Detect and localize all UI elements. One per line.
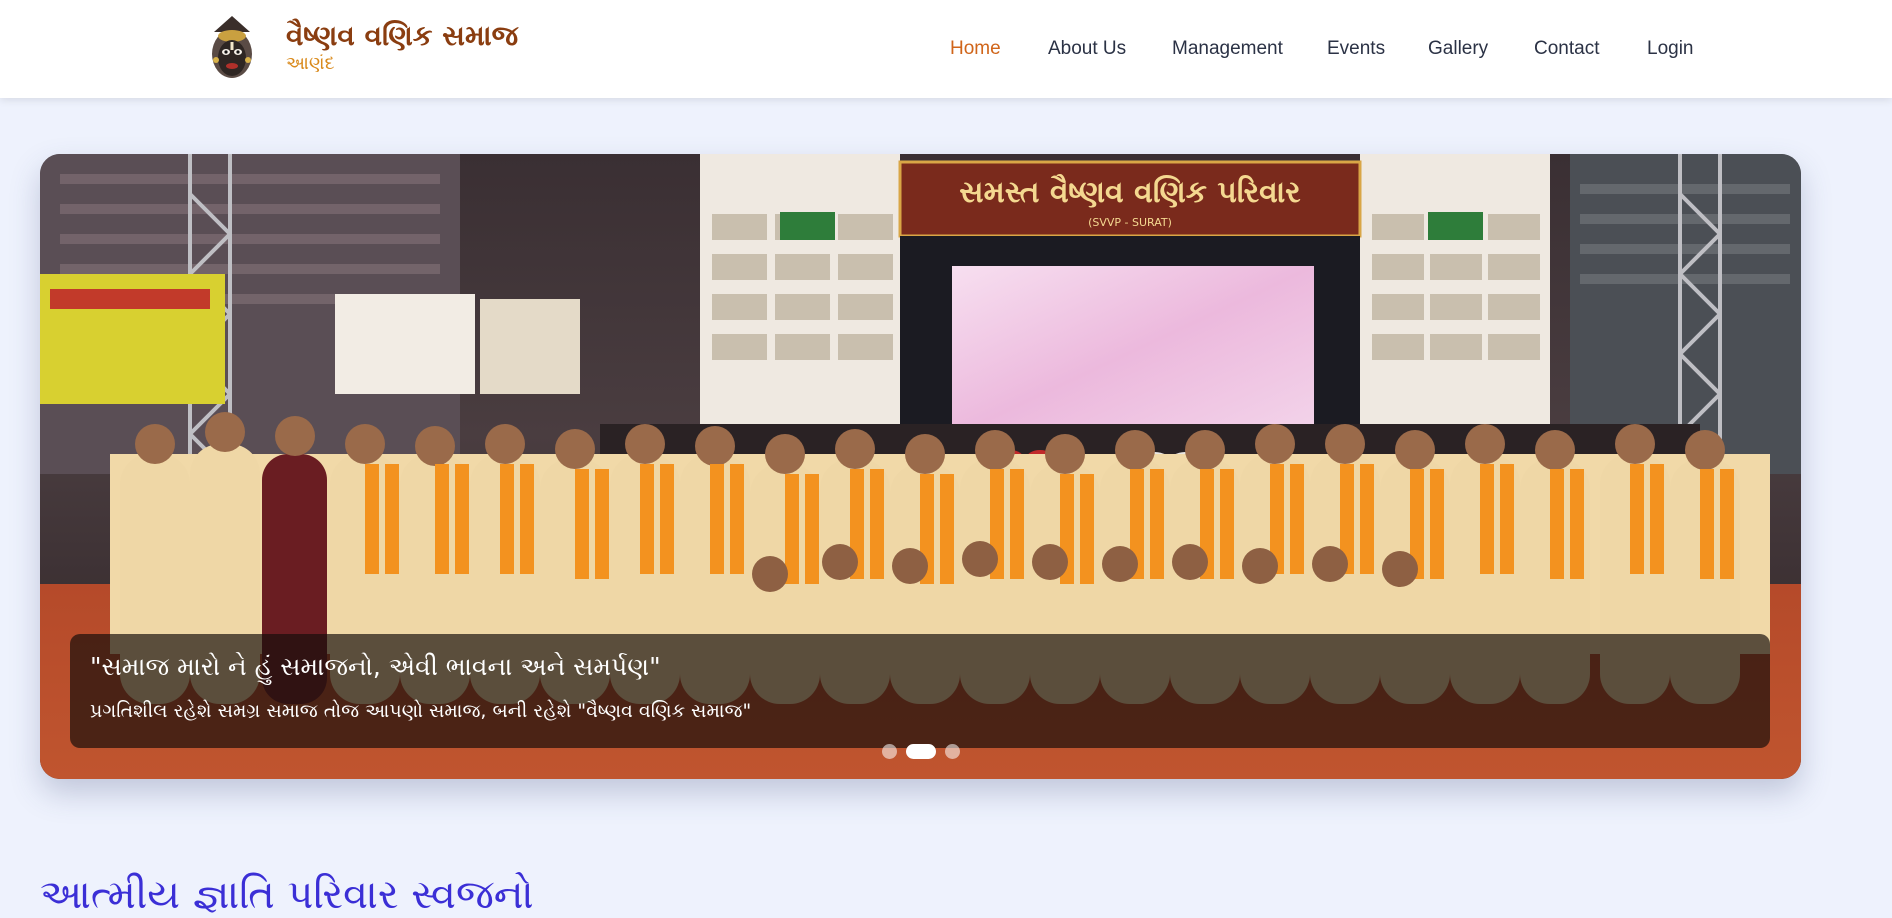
carousel-indicators [40,744,1801,762]
main-nav: Home About Us Management Events Gallery … [0,38,1892,62]
carousel-dot-3[interactable] [945,744,960,759]
stage-banner-text: સમસ્ત વૈષ્ણવ વણિક પરિવાર [959,174,1301,210]
nav-management[interactable]: Management [1172,38,1283,60]
nav-events[interactable]: Events [1327,38,1385,60]
nav-gallery[interactable]: Gallery [1428,38,1488,60]
hero-caption-title: "સમાજ મારો ને હું સમાજનો, એવી ભાવના અને … [90,652,661,681]
carousel-dot-1[interactable] [882,744,897,759]
nav-home[interactable]: Home [950,38,1001,60]
hero-caption-text: પ્રગતિશીલ રહેશે સમગ્ર સમાજ તોજ આપણો સમાજ… [90,700,752,722]
nav-login[interactable]: Login [1647,38,1694,60]
hero-caption: "સમાજ મારો ને હું સમાજનો, એવી ભાવના અને … [70,634,1770,748]
nav-about-us[interactable]: About Us [1048,38,1126,60]
navbar: વૈષ્ણવ વણિક સમાજ આણંદ Home About Us Mana… [0,0,1892,98]
nav-contact[interactable]: Contact [1534,38,1599,60]
section-heading: આત્મીય જ્ઞાતિ પરિવાર સ્વજનો [40,872,534,918]
hero-carousel[interactable]: સમસ્ત વૈષ્ણવ વણિક પરિવાર (SVVP - SURAT) [40,154,1801,779]
carousel-dot-2[interactable] [906,744,936,759]
stage-banner-subtext: (SVVP - SURAT) [1088,216,1172,229]
